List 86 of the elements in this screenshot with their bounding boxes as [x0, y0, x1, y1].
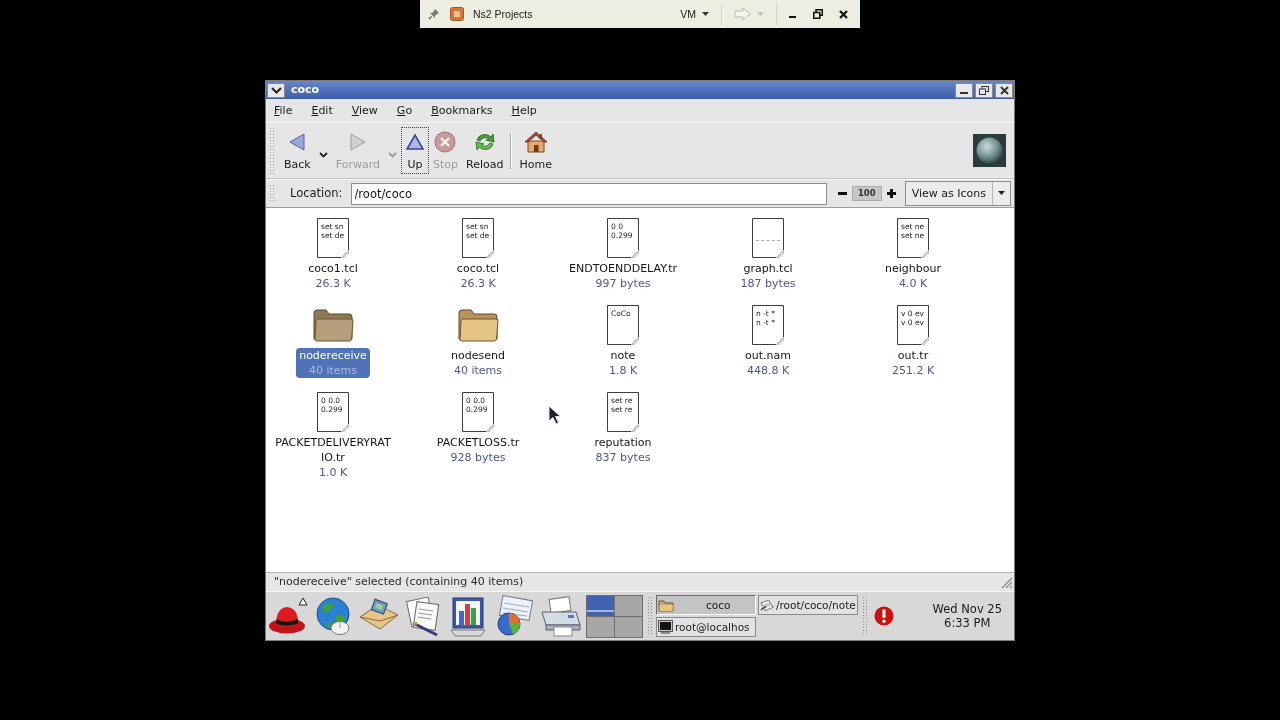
caret-icon	[387, 151, 397, 158]
clock-date: Wed Nov 25	[932, 602, 1002, 616]
printer-icon[interactable]	[538, 595, 582, 637]
file-size: 1.0 K	[318, 465, 348, 480]
file-name[interactable]: note	[610, 348, 636, 363]
resize-handle[interactable]	[1000, 575, 1013, 589]
file-size: 997 bytes	[595, 276, 651, 291]
throbber-icon	[973, 134, 1006, 167]
file-size: 837 bytes	[595, 450, 651, 465]
file-name[interactable]: coco1.tcl	[308, 261, 358, 276]
clock-time: 6:33 PM	[944, 616, 991, 630]
view-mode-dropdown[interactable]: View as Icons	[904, 181, 1011, 206]
file-name[interactable]: out.nam	[745, 348, 791, 363]
document-thumbnail[interactable]	[752, 217, 784, 258]
toolbar-button[interactable]: Home	[515, 127, 556, 174]
taskbar-button[interactable]: root@localhos	[656, 617, 756, 637]
menu-item[interactable]: File	[267, 101, 300, 120]
file-name[interactable]: neighbour	[885, 261, 941, 276]
file-size: 187 bytes	[740, 276, 796, 291]
plus-icon	[886, 189, 896, 198]
location-field[interactable]: /root/coco	[350, 182, 827, 205]
restore-icon	[813, 9, 823, 19]
file-size: 448.8 K	[746, 363, 790, 378]
file-size: 251.2 K	[891, 363, 935, 378]
taskbar-button[interactable]: /root/coco/note	[758, 595, 858, 615]
terminal-icon	[658, 620, 673, 634]
menu-item[interactable]: Bookmarks	[424, 101, 500, 120]
toolbar-button[interactable]: Up	[400, 127, 429, 174]
close-icon	[839, 9, 848, 19]
chevron-down-icon	[270, 86, 282, 94]
minimize-button[interactable]	[955, 82, 973, 98]
menu-item[interactable]: Edit	[304, 101, 340, 120]
menu-item[interactable]: Help	[504, 101, 544, 120]
vm-title: Ns2 Projects	[473, 7, 533, 21]
right-arrow-icon	[734, 7, 752, 21]
menu-item[interactable]: Go	[389, 101, 420, 120]
folder-icon[interactable]	[457, 306, 499, 343]
window-menu-button[interactable]	[267, 82, 285, 98]
file-name[interactable]: ENDTOENDDELAY.tr	[569, 261, 677, 276]
caret-icon	[318, 151, 328, 158]
zoom-level: 100	[851, 186, 882, 201]
alert-icon[interactable]	[874, 606, 894, 626]
bar-chart-icon[interactable]	[448, 595, 488, 637]
file-size: 1.8 K	[608, 363, 638, 378]
file-size: 26.3 K	[460, 276, 496, 291]
file-size: 40 items	[453, 363, 503, 378]
file-name[interactable]: graph.tcl	[743, 261, 793, 276]
up-arrow-icon	[404, 133, 425, 152]
window-icon	[450, 7, 464, 21]
file-size: 928 bytes	[450, 450, 506, 465]
file-name[interactable]: coco.tcl	[456, 261, 500, 276]
file-size: 40 items	[308, 363, 358, 378]
file-name[interactable]: nodereceive	[299, 348, 367, 363]
file-name[interactable]: PACKETLOSS.tr	[436, 435, 520, 450]
restore-icon	[979, 85, 989, 95]
toolbar-button[interactable]: Back	[280, 127, 315, 174]
vm-menu-button[interactable]: VM	[676, 5, 713, 23]
file-size: 4.0 K	[898, 276, 928, 291]
left-arrow-icon	[287, 132, 308, 153]
file-size: 26.3 K	[315, 276, 351, 291]
file-name[interactable]: out.tr	[897, 348, 929, 363]
house-icon	[523, 131, 548, 154]
workspace-button[interactable]	[587, 595, 614, 616]
pushpin-icon[interactable]	[428, 8, 440, 20]
right-arrow-icon	[347, 132, 368, 153]
caret-icon	[702, 12, 709, 16]
file-name[interactable]: reputation	[594, 435, 652, 450]
dropdown-button[interactable]	[316, 151, 330, 158]
close-button[interactable]	[995, 82, 1013, 98]
mouse-pointer-icon	[548, 405, 562, 425]
window-title: coco	[291, 83, 320, 97]
menu-item[interactable]: View	[344, 101, 385, 120]
caret-icon	[757, 12, 764, 16]
maximize-button[interactable]	[975, 82, 993, 98]
notepad-icon	[760, 598, 774, 612]
folder-icon	[658, 598, 674, 612]
taskbar-button[interactable]: coco	[656, 595, 756, 615]
toolbar-button[interactable]: Reload	[462, 127, 508, 174]
close-icon	[999, 85, 1009, 95]
file-name[interactable]: nodesend	[451, 348, 505, 363]
status-text: "nodereceive" selected (containing 40 items)	[274, 575, 524, 589]
stop-icon	[434, 131, 457, 154]
location-label: Location:	[290, 186, 343, 201]
folder-icon[interactable]	[312, 306, 354, 343]
minus-icon	[837, 189, 847, 198]
file-name[interactable]: PACKETDELIVERYRATIO.tr	[274, 435, 392, 465]
